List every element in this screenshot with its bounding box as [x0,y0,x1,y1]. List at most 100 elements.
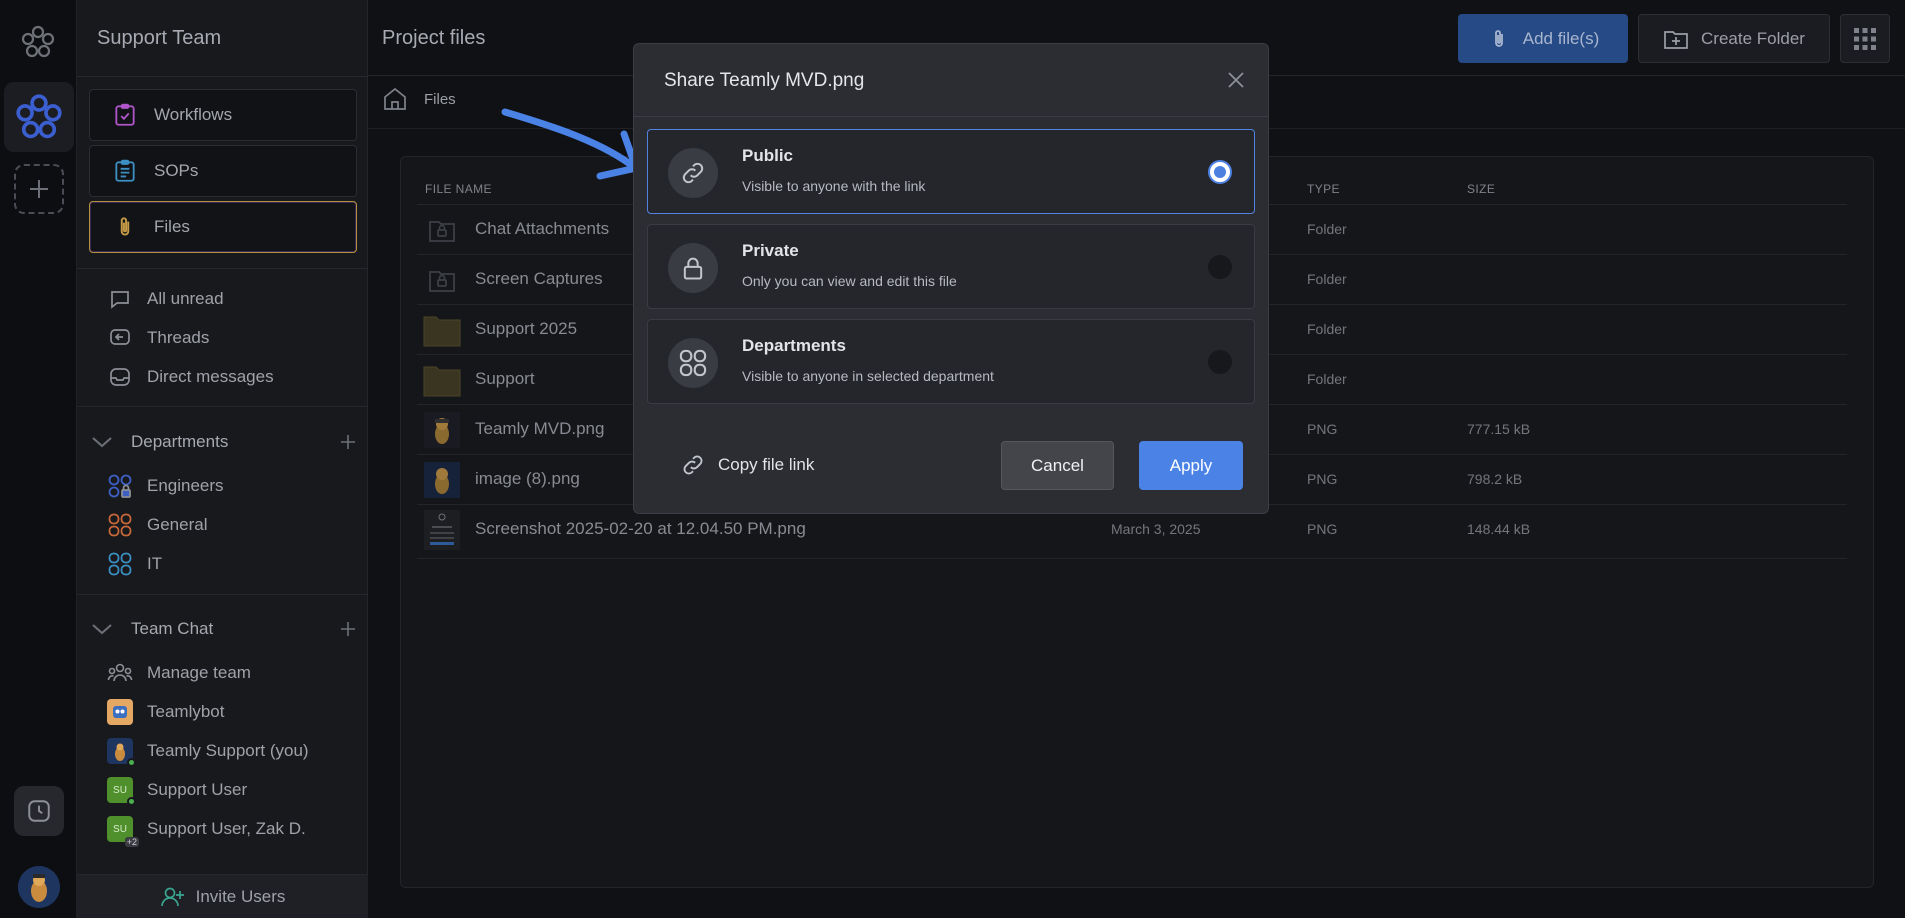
file-type: PNG [1307,521,1338,537]
column-header-type[interactable]: TYPE [1307,182,1340,196]
breadcrumb-files[interactable]: Files [424,91,456,108]
home-icon[interactable] [382,86,408,112]
copy-file-link-button[interactable]: Copy file link [680,452,814,478]
team-chat-header[interactable]: Team Chat [89,614,357,644]
nav-label: SOPs [154,161,199,180]
department-engineers[interactable]: Engineers [107,471,224,501]
avatar-initials: SU [113,784,127,796]
share-modal: Share Teamly MVD.png Public Visible to a… [633,43,1269,514]
invite-label: Invite Users [195,886,286,906]
departments-header[interactable]: Departments [89,427,357,457]
add-user-icon [160,884,186,910]
sidebar: Support Team Workflows SOPs Files All un… [77,0,368,918]
file-name: Screenshot 2025-02-20 at 12.04.50 PM.png [475,519,806,538]
file-type: PNG [1307,471,1338,487]
file-name: Chat Attachments [475,219,610,238]
department-it[interactable]: IT [107,549,162,579]
divider [77,594,368,595]
add-workspace-icon[interactable] [14,164,64,214]
share-option-departments[interactable]: Departments Visible to anyone in selecte… [647,319,1255,404]
file-name: Teamly MVD.png [475,419,605,438]
nav-files[interactable]: Files [89,201,357,253]
chevron-down-icon[interactable] [89,622,115,636]
inbox-icon [107,364,133,390]
divider [77,76,368,77]
people-icon [107,660,133,686]
file-size: 798.2 kB [1467,471,1523,487]
workspace-rail [0,0,77,918]
chat-support-user[interactable]: SU Support User [107,775,247,806]
folder-icon [423,361,461,399]
file-name: image (8).png [475,469,580,488]
breadcrumb: Files [382,86,456,112]
grid-menu-icon[interactable] [1840,14,1890,63]
divider [77,406,368,407]
option-title: Departments [742,336,846,355]
chat-bubble-icon [107,286,133,312]
user-avatar[interactable] [18,866,60,908]
avatar [107,699,133,725]
department-general[interactable]: General [107,510,207,540]
paperclip-icon [112,214,138,240]
sidebar-item-label: Teamly Support (you) [147,741,309,760]
share-option-private[interactable]: Private Only you can view and edit this … [647,224,1255,309]
sidebar-item-label: Direct messages [147,367,274,386]
sidebar-item-threads[interactable]: Threads [107,323,209,353]
option-title: Public [742,146,794,165]
radio-departments[interactable] [1208,350,1232,374]
avatar-initials: SU [113,823,127,835]
add-files-button[interactable]: Add file(s) [1458,14,1628,63]
radio-public[interactable] [1208,160,1232,184]
add-chat-icon[interactable] [339,620,357,638]
file-date: March 3, 2025 [1111,521,1201,537]
member-count-badge: +2 [124,837,139,847]
file-type: Folder [1307,371,1347,387]
sidebar-item-label: Engineers [147,476,224,495]
avatar [107,738,136,767]
locked-folder-icon [423,211,461,249]
sidebar-item-label: Support User, Zak D. [147,819,306,838]
share-option-public[interactable]: Public Visible to anyone with the link [647,129,1255,214]
image-thumbnail [423,411,461,449]
add-department-icon[interactable] [339,433,357,451]
file-type: Folder [1307,221,1347,237]
cancel-button[interactable]: Cancel [1001,441,1114,490]
department-icon [107,512,133,538]
avatar: SU [107,777,136,806]
locked-folder-icon [423,261,461,299]
file-size: 777.15 kB [1467,421,1531,437]
chat-group-support-user[interactable]: SU +2 Support User, Zak D. [107,814,306,847]
sidebar-item-all-unread[interactable]: All unread [107,284,224,314]
file-type: PNG [1307,421,1338,437]
nav-label: Files [154,217,190,236]
chat-teamlybot[interactable]: Teamlybot [107,697,224,727]
teamly-logo-icon[interactable] [20,24,56,60]
sidebar-item-label: Threads [147,328,210,347]
nav-sops[interactable]: SOPs [89,145,357,197]
section-title: Team Chat [131,619,214,638]
sidebar-item-manage-team[interactable]: Manage team [107,658,251,688]
nav-workflows[interactable]: Workflows [89,89,357,141]
clipboard-list-icon [112,158,138,184]
folder-icon [423,311,461,349]
copy-link-label: Copy file link [718,455,815,474]
column-header-size[interactable]: SIZE [1467,182,1495,196]
invite-users-button[interactable]: Invite Users [77,874,368,918]
sidebar-item-direct-messages[interactable]: Direct messages [107,362,274,392]
link-icon [680,452,706,478]
avatar: SU +2 [107,816,139,847]
team-workspace-icon[interactable] [4,82,74,152]
department-icon [107,473,133,499]
chevron-down-icon[interactable] [89,435,115,449]
clock-icon[interactable] [14,786,64,836]
column-header-name[interactable]: FILE NAME [425,182,492,196]
apply-button[interactable]: Apply [1139,441,1243,490]
chat-teamly-support[interactable]: Teamly Support (you) [107,736,309,767]
team-name: Support Team [97,27,222,49]
close-icon[interactable] [1226,70,1246,90]
create-folder-button[interactable]: Create Folder [1638,14,1830,63]
sidebar-item-label: Teamlybot [147,702,225,721]
threads-icon [107,325,133,351]
divider [77,268,368,269]
radio-private[interactable] [1208,255,1232,279]
